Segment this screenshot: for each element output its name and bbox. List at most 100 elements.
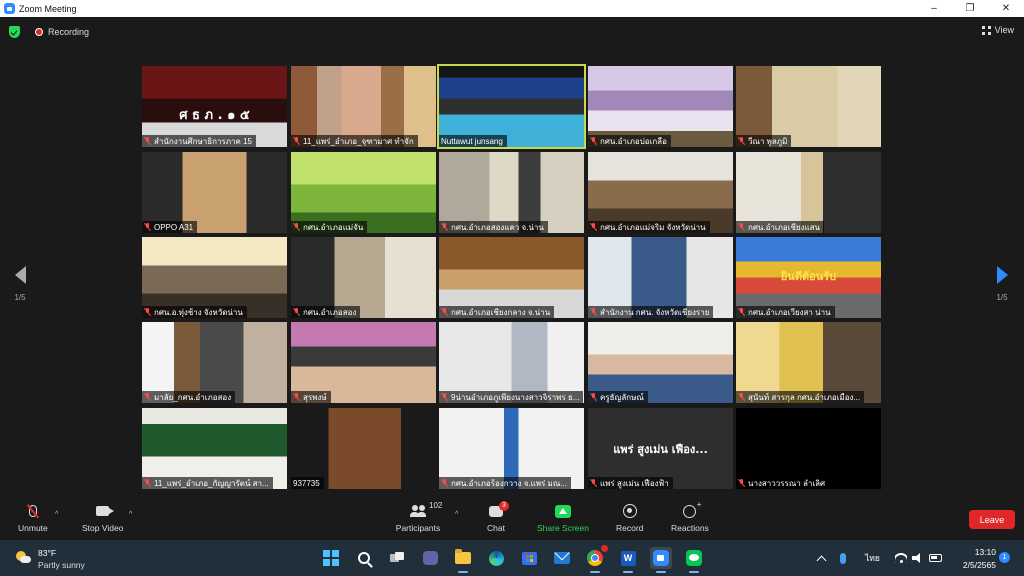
participant-tile[interactable]: มาลัย_กศน.อำเภอสอง	[142, 322, 287, 403]
volume-button[interactable]	[912, 540, 924, 576]
participant-name-bar: Nuttawut junsang	[439, 135, 507, 147]
participant-tile[interactable]: ครูธัญลักษณ์	[588, 322, 733, 403]
leave-button[interactable]: Leave	[969, 510, 1015, 529]
arrow-right-icon[interactable]	[996, 266, 1008, 284]
participant-tile[interactable]: สำนักงาน กศน. จังหวัดเชียงราย	[588, 237, 733, 318]
taskbar-search-button[interactable]	[353, 547, 375, 569]
show-hidden-icons-button[interactable]	[816, 540, 827, 576]
battery-icon	[929, 554, 942, 562]
participant-name-bar: นางสาววรรณา ลำเลิศ	[736, 477, 830, 489]
weather-description[interactable]: Partly sunny	[38, 560, 85, 570]
stop-video-button[interactable]: Stop Video	[82, 503, 123, 533]
line-button[interactable]	[683, 547, 705, 573]
participant-tile[interactable]: สุรพงษ์	[291, 322, 436, 403]
speaker-icon	[912, 553, 924, 563]
participant-tile[interactable]: OPPO A31	[142, 152, 287, 233]
participant-tile[interactable]: กศน.อำเภอสอง	[291, 237, 436, 318]
mic-off-icon	[144, 308, 151, 316]
word-button[interactable]: W	[617, 547, 639, 573]
chat-button[interactable]: 3 Chat	[487, 500, 509, 533]
participant-name-bar: กศน.อ.ทุ่งช้าง จังหวัดน่าน	[142, 306, 247, 318]
language-indicator[interactable]: ไทย	[865, 540, 880, 576]
mail-button[interactable]	[551, 547, 573, 569]
participant-tile[interactable]: สุนันท์ สารกุล กศน.อำเภอเมือง...	[736, 322, 881, 403]
chat-badge: 3	[498, 500, 509, 511]
notification-badge-icon[interactable]: 1	[999, 552, 1010, 563]
participant-name: สำนักงาน กศน. จังหวัดเชียงราย	[600, 307, 710, 317]
participant-tile[interactable]: ยินดีต้อนรับ กศน.อำเภอเวียงสา น่าน	[736, 237, 881, 318]
record-button[interactable]: Record	[616, 503, 643, 533]
participants-button[interactable]: 102 Participants	[395, 501, 443, 533]
teams-chat-button[interactable]	[419, 547, 441, 569]
microphone-tray-button[interactable]	[840, 540, 846, 576]
participant-name-bar: สำนักงาน กศน. จังหวัดเชียงราย	[588, 306, 714, 318]
share-screen-button[interactable]: Share Screen	[537, 503, 589, 533]
recording-label[interactable]: Recording	[48, 27, 89, 37]
participant-tile[interactable]: กศน.อำเภอบ่อเกลือ	[588, 66, 733, 147]
battery-button[interactable]	[929, 540, 942, 576]
participant-tile[interactable]: 9น่านอำเภอภูเพียงนางสาวจิราพร ธ...	[439, 322, 584, 403]
mic-off-icon	[738, 223, 745, 231]
participant-tile[interactable]: แพร่ สูงเม่น เฟือง... แพร่ สูงเม่น เฟืองฟ…	[588, 408, 733, 489]
participant-tile[interactable]: ศ ธ ภ . ๑ ๕สำนักงานศึกษาธิการภาค 15	[142, 66, 287, 147]
view-button[interactable]: View	[981, 25, 1014, 35]
mic-off-icon	[590, 479, 597, 487]
next-page-nav[interactable]: 1/5	[992, 266, 1012, 302]
participant-tile[interactable]: วีณา พูลภูมิ	[736, 66, 881, 147]
arrow-left-icon[interactable]	[14, 266, 26, 284]
file-explorer-button[interactable]	[452, 547, 474, 573]
participant-name-bar: กศน.อำเภอบ่อเกลือ	[588, 135, 671, 147]
start-button[interactable]	[320, 547, 342, 569]
chat-icon: 3	[488, 500, 509, 517]
participant-name-bar: กศน.อำเภอร้องกวาง จ.แพร่ มณ...	[439, 477, 571, 489]
chrome-button[interactable]	[584, 545, 608, 573]
teams-chat-icon	[422, 551, 438, 565]
participant-tile[interactable]: กศน.อำเภอเชียงกลาง จ.น่าน	[439, 237, 584, 318]
participant-name: กศน.อำเภอเชียงกลาง จ.น่าน	[451, 307, 551, 317]
maximize-button[interactable]: ❐	[952, 0, 988, 17]
participant-name-bar: กศน.อำเภอสองแคว จ.น่าน	[439, 221, 548, 233]
participant-tile[interactable]: กศน.อำเภอเชียงแสน	[736, 152, 881, 233]
participant-name-bar: 937735	[291, 477, 324, 489]
mic-off-icon	[590, 223, 597, 231]
minimize-button[interactable]: –	[916, 0, 952, 17]
taskbar-clock[interactable]: 13:10 2/5/2565	[948, 546, 996, 572]
participant-tile[interactable]: 11_แพร่_อำเภอ_กัญญารัตน์ สา...	[142, 408, 287, 489]
reactions-button[interactable]: Reactions	[671, 500, 709, 534]
participant-name-bar: กศน.อำเภอเชียงแสน	[736, 221, 824, 233]
participant-tile[interactable]: กศน.อำเภอแม่จัน	[291, 152, 436, 233]
video-options-caret-icon[interactable]: ^	[129, 511, 132, 518]
wifi-button[interactable]	[895, 540, 907, 576]
unmute-button[interactable]: Unmute	[18, 503, 48, 533]
close-button[interactable]: ✕	[988, 0, 1024, 17]
participant-tile[interactable]: Nuttawut junsang	[437, 64, 586, 149]
zoom-taskbar-button[interactable]	[650, 547, 672, 573]
participant-name-bar: กศน.อำเภอแม่จัน	[291, 221, 368, 233]
participant-tile[interactable]: 11_แพร่_อำเภอ_จุฑามาศ ทำจัก	[291, 66, 436, 147]
previous-page-nav[interactable]: 1/5	[10, 266, 30, 302]
meeting-top-bar: Recording View	[0, 17, 1024, 47]
audio-options-caret-icon[interactable]: ^	[55, 511, 58, 518]
participant-name: 9น่านอำเภอภูเพียงนางสาวจิราพร ธ...	[451, 392, 580, 402]
store-button[interactable]	[518, 547, 540, 569]
security-shield-icon[interactable]	[9, 26, 20, 38]
participant-name: กศน.อำเภอเวียงสา น่าน	[748, 307, 831, 317]
mic-off-icon	[144, 223, 151, 231]
mic-off-icon	[590, 137, 597, 145]
participant-tile[interactable]: นางสาววรรณา ลำเลิศ	[736, 408, 881, 489]
zoom-app-icon	[4, 3, 15, 14]
task-view-button[interactable]	[386, 547, 408, 569]
participant-tile[interactable]: 937735	[291, 408, 436, 489]
participant-name-bar: แพร่ สูงเม่น เฟืองฟ้า	[588, 477, 673, 489]
edge-button[interactable]	[485, 547, 507, 569]
participant-tile[interactable]: กศน.อำเภอแม่จริม จังหวัดน่าน	[588, 152, 733, 233]
participant-tile[interactable]: กศน.อำเภอร้องกวาง จ.แพร่ มณ...	[439, 408, 584, 489]
stop-video-label: Stop Video	[82, 523, 124, 533]
windows-start-icon	[323, 550, 339, 566]
participant-tile[interactable]: กศน.อำเภอสองแคว จ.น่าน	[439, 152, 584, 233]
weather-temperature[interactable]: 83°F	[38, 548, 56, 558]
partly-sunny-icon[interactable]	[16, 551, 31, 565]
participant-name: 937735	[293, 478, 320, 488]
participant-tile[interactable]: กศน.อ.ทุ่งช้าง จังหวัดน่าน	[142, 237, 287, 318]
participants-options-caret-icon[interactable]: ^	[455, 511, 458, 518]
